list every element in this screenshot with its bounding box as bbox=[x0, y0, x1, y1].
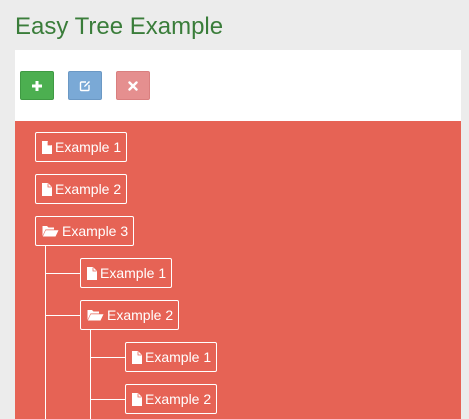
tree-node[interactable]: Example 1 bbox=[80, 258, 173, 288]
delete-node-button[interactable] bbox=[116, 71, 150, 100]
file-icon bbox=[132, 392, 142, 406]
file-icon bbox=[87, 266, 97, 280]
file-icon bbox=[42, 182, 52, 196]
edit-node-button[interactable] bbox=[68, 71, 102, 100]
tree-connector bbox=[90, 399, 125, 400]
tree-connector bbox=[45, 273, 80, 274]
tree-node[interactable]: Example 2 bbox=[125, 384, 218, 414]
edit-icon bbox=[79, 80, 90, 91]
tree-node-label: Example 2 bbox=[55, 181, 122, 197]
folder-open-icon bbox=[87, 310, 104, 321]
add-node-button[interactable] bbox=[20, 71, 54, 100]
tree-connector bbox=[90, 357, 125, 358]
close-icon bbox=[128, 80, 138, 91]
file-icon bbox=[42, 140, 52, 154]
tree-node-label: Example 2 bbox=[107, 307, 174, 323]
tree-toolbar bbox=[15, 50, 461, 121]
tree-connector bbox=[45, 245, 46, 419]
tree-node-folder[interactable]: Example 3 bbox=[35, 216, 135, 246]
plus-icon bbox=[32, 80, 42, 91]
tree-node[interactable]: Example 2 bbox=[35, 174, 128, 204]
tree-node-label: Example 1 bbox=[55, 139, 122, 155]
file-icon bbox=[132, 350, 142, 364]
tree-node-label: Example 1 bbox=[145, 349, 212, 365]
tree-connector bbox=[45, 315, 80, 316]
tree-node-label: Example 2 bbox=[145, 391, 212, 407]
tree-view: Example 1 Example 2 Example 3 Example 1 … bbox=[15, 121, 461, 419]
tree-connector bbox=[90, 330, 91, 419]
page-title: Easy Tree Example bbox=[15, 13, 224, 40]
tree-node[interactable]: Example 1 bbox=[125, 342, 218, 372]
tree-node-label: Example 3 bbox=[62, 223, 129, 239]
tree-node-label: Example 1 bbox=[100, 265, 167, 281]
folder-open-icon bbox=[42, 226, 59, 237]
tree-node[interactable]: Example 1 bbox=[35, 132, 128, 162]
tree-node-folder[interactable]: Example 2 bbox=[80, 300, 180, 330]
